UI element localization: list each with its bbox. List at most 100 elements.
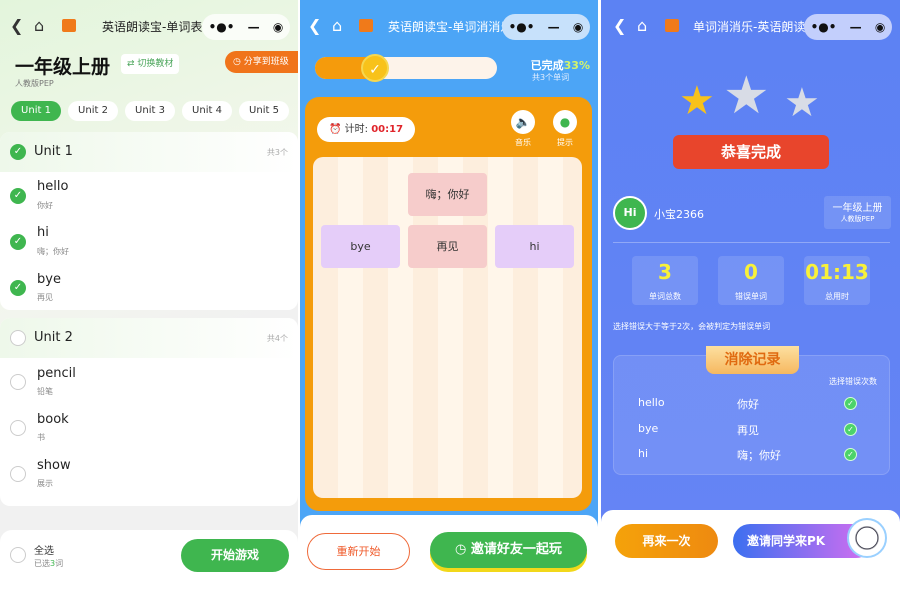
back-icon[interactable]: ❮ <box>10 16 23 35</box>
tab-unit-5[interactable]: Unit 5 <box>239 101 289 121</box>
gift-icon[interactable] <box>62 19 76 32</box>
tab-unit-1[interactable]: Unit 1 <box>11 101 61 121</box>
switch-label: 切换教材 <box>137 59 174 69</box>
miniprogram-capsule[interactable]: •●• — ◉ <box>804 14 892 40</box>
nav-title: 英语朗读宝-单词表 <box>102 20 203 34</box>
unchecked-icon[interactable] <box>10 330 26 346</box>
unit-1-card: ✓ Unit 1 共3个 ✓ hello 你好 ✓ hi 嗨；你好 ✓ bye 再见 <box>0 132 298 310</box>
unchecked-icon[interactable] <box>10 420 26 436</box>
congrats-banner: 恭喜完成 <box>673 135 829 169</box>
edition-label: 人教版PEP <box>15 79 54 88</box>
soccer-ball-icon <box>847 518 887 558</box>
home-icon[interactable]: ⌂ <box>34 16 44 35</box>
hint-button[interactable]: ● <box>553 110 577 134</box>
bottom-bar: 重新开始 ◷ 邀请好友一起玩 <box>300 515 598 578</box>
unit-header[interactable]: ✓ Unit 1 共3个 <box>0 132 298 172</box>
word: hi <box>37 225 49 240</box>
music-button[interactable]: 🔈 <box>511 110 535 134</box>
word-tile[interactable]: hi <box>495 225 574 268</box>
nav-bar: ❮ ⌂ 英语朗读宝-单词表 •●• — ◉ <box>0 0 298 52</box>
minimize-icon[interactable]: — <box>850 20 862 34</box>
gift-icon[interactable] <box>665 19 679 32</box>
share-class-button[interactable]: ◷ 分享到班级 <box>225 51 298 73</box>
more-icon[interactable]: •●• <box>209 20 235 34</box>
meaning: 你好 <box>37 201 53 210</box>
more-icon[interactable]: •●• <box>509 20 535 34</box>
word: bye <box>37 272 61 287</box>
star-icon: ★ <box>723 66 770 126</box>
start-game-button[interactable]: 开始游戏 <box>181 539 289 572</box>
word: book <box>37 412 69 427</box>
check-icon: ✓ <box>844 448 857 461</box>
gift-icon[interactable] <box>359 19 373 32</box>
word-total: 共3个单词 <box>532 73 570 82</box>
bottom-bar: 全选 已选3词 开始游戏 <box>0 530 298 578</box>
stat-total-words: 3 单词总数 <box>632 256 698 305</box>
checked-icon[interactable]: ✓ <box>10 280 26 296</box>
share-label: 分享到班级 <box>243 57 289 67</box>
record-column-header: 选择错误次数 <box>829 377 877 386</box>
home-icon[interactable]: ⌂ <box>332 16 342 35</box>
minimize-icon[interactable]: — <box>548 20 560 34</box>
checked-icon[interactable]: ✓ <box>10 234 26 250</box>
unit-header[interactable]: Unit 2 共4个 <box>0 318 298 358</box>
meaning: 铅笔 <box>37 387 53 396</box>
nav-title: 单词消消乐-英语朗读宝 <box>693 20 818 34</box>
back-icon[interactable]: ❮ <box>613 16 626 35</box>
check-icon: ✓ <box>844 397 857 410</box>
word: hello <box>37 179 69 194</box>
select-all-checkbox[interactable] <box>10 547 26 563</box>
alarm-icon: ⏰ <box>329 124 342 135</box>
meaning: 书 <box>37 433 45 442</box>
stat-total-time: 01:13 总用时 <box>804 256 870 305</box>
word: show <box>37 458 71 473</box>
home-icon[interactable]: ⌂ <box>637 16 647 35</box>
unit-name: Unit 1 <box>34 144 73 159</box>
stat-wrong-words: 0 错误单词 <box>718 256 784 305</box>
tab-unit-2[interactable]: Unit 2 <box>68 101 118 121</box>
minimize-icon[interactable]: — <box>248 20 260 34</box>
meaning: 嗨；你好 <box>37 247 69 256</box>
unchecked-icon[interactable] <box>10 374 26 390</box>
divider <box>613 242 890 243</box>
more-icon[interactable]: •●• <box>811 20 837 34</box>
username: 小宝2366 <box>654 208 704 221</box>
book-title: 一年级上册 <box>15 56 111 78</box>
miniprogram-capsule[interactable]: •●• — ◉ <box>502 14 590 40</box>
nav-bar: ❮ ⌂ 英语朗读宝-单词消消乐 •●• — ◉ <box>300 0 598 52</box>
selected-count: 已选3词 <box>34 559 64 568</box>
timer: ⏰ 计时: 00:17 <box>317 117 415 142</box>
record-title: 消除记录 <box>706 346 799 374</box>
word-tile[interactable]: bye <box>321 225 400 268</box>
word-tile[interactable]: 再见 <box>408 225 487 268</box>
restart-button[interactable]: 重新开始 <box>307 533 410 570</box>
game-board-frame: ⏰ 计时: 00:17 🔈 音乐 ● 提示 嗨；你好 bye 再见 hi <box>305 97 592 511</box>
star-icon: ★ <box>784 80 820 126</box>
back-icon[interactable]: ❮ <box>308 16 321 35</box>
tab-unit-4[interactable]: Unit 4 <box>182 101 232 121</box>
nav-title: 英语朗读宝-单词消消乐 <box>388 20 513 34</box>
unit-name: Unit 2 <box>34 330 73 345</box>
word-list-screen: ❮ ⌂ 英语朗读宝-单词表 •●• — ◉ 一年级上册 ⇄ 切换教材 ◷ 分享到班级… <box>0 0 298 578</box>
textbook-info: 一年级上册 人教版PEP <box>824 196 891 229</box>
completion-label: 已完成33% <box>530 59 590 72</box>
switch-textbook-button[interactable]: ⇄ 切换教材 <box>121 54 180 74</box>
close-icon[interactable]: ◉ <box>875 20 885 34</box>
bottom-bar: 再来一次 邀请同学来PK <box>601 510 900 570</box>
unit-count: 共4个 <box>266 334 288 343</box>
record-card: 消除记录 选择错误次数 hello 你好 ✓ bye 再见 ✓ hi 嗨；你好 ✓ <box>613 346 890 475</box>
rule-note: 选择错误大于等于2次，会被判定为错误单词 <box>613 322 771 331</box>
miniprogram-capsule[interactable]: •●• — ◉ <box>202 14 290 40</box>
avatar: Hi <box>613 196 647 230</box>
tab-unit-3[interactable]: Unit 3 <box>125 101 175 121</box>
unit-2-card: Unit 2 共4个 pencil 铅笔 book 书 show 展示 <box>0 318 298 506</box>
word-tile[interactable]: 嗨；你好 <box>408 173 487 216</box>
close-icon[interactable]: ◉ <box>573 20 583 34</box>
unchecked-icon[interactable] <box>10 466 26 482</box>
retry-button[interactable]: 再来一次 <box>615 524 718 558</box>
checked-icon[interactable]: ✓ <box>10 188 26 204</box>
record-row: hi 嗨；你好 ✓ <box>638 447 889 462</box>
checked-icon[interactable]: ✓ <box>10 144 26 160</box>
close-icon[interactable]: ◉ <box>273 20 283 34</box>
invite-friend-button[interactable]: ◷ 邀请好友一起玩 <box>430 532 587 568</box>
